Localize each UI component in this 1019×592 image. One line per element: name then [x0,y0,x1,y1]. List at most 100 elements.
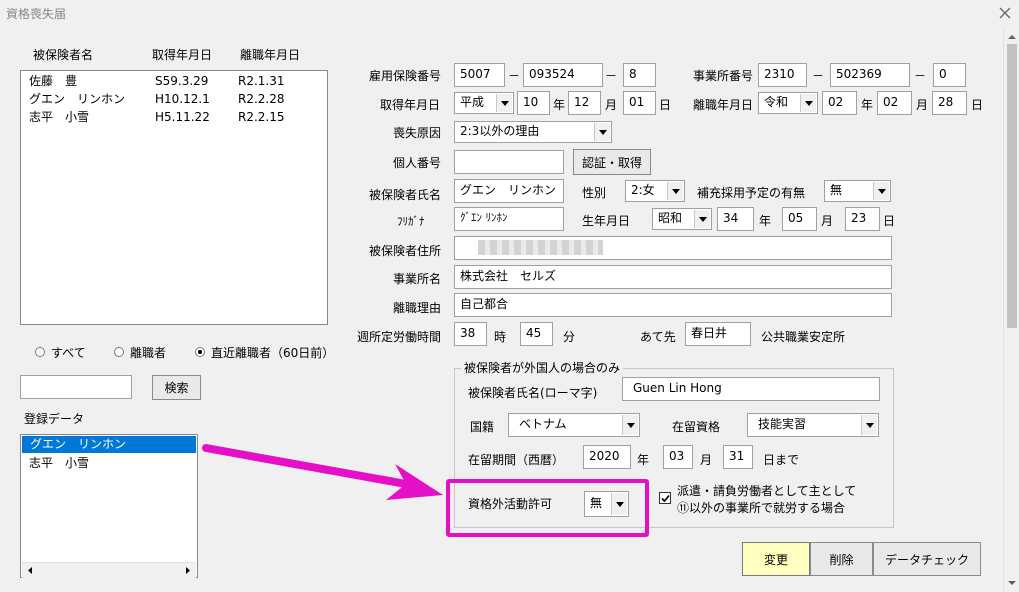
delete-button[interactable]: 削除 [810,542,873,576]
office-name-input[interactable]: 株式会社 セルズ [454,265,892,289]
insurance-no-label: 雇用保険番号 [369,69,442,83]
birth-year[interactable]: 34 [717,207,754,231]
status-select[interactable]: 技能実習 [747,413,879,437]
period-year[interactable]: 2020 [583,445,631,469]
year-unit: 年 [637,453,650,467]
chevron-down-icon[interactable] [594,123,610,141]
permission-select[interactable]: 無 [584,491,629,517]
insurance-no-part3[interactable]: 8 [623,63,656,87]
furigana-input[interactable]: ｸﾞｴﾝ ﾘﾝﾎﾝ [454,207,564,231]
month-unit: 月 [821,214,834,228]
list-item[interactable]: 志平 小雪 [29,456,89,471]
chevron-down-icon[interactable] [694,210,710,228]
row-name: 志平 小雪 [29,110,90,124]
address-label: 被保険者住所 [369,244,442,258]
radio-separated[interactable] [114,347,124,357]
chevron-down-icon[interactable] [861,415,877,435]
birth-day[interactable]: 23 [845,207,880,231]
my-number-input[interactable] [454,150,564,174]
row-name: グエン リンホン [29,92,126,106]
destination-input[interactable]: 春日井 [685,322,751,346]
acquired-date-label: 取得年月日 [380,98,441,112]
scrollbar-thumb[interactable] [1007,44,1017,328]
radio-separated-label: 離職者 [130,346,167,360]
separation-year[interactable]: 02 [822,91,857,115]
chevron-down-icon[interactable] [667,182,683,200]
separation-era-select[interactable]: 令和 [758,92,818,114]
acquired-month[interactable]: 12 [568,91,601,115]
separation-reason-input[interactable]: 自己都合 [454,293,892,317]
weekly-minutes-input[interactable]: 45 [520,322,553,346]
office-no-part3[interactable]: 0 [933,63,966,87]
dash-label: － [914,69,927,83]
vertical-scrollbar[interactable] [1003,30,1019,592]
replacement-select[interactable]: 無 [824,180,891,202]
roman-name-label: 被保険者氏名(ローマ字) [468,386,598,400]
office-no-part2[interactable]: 502369 [830,63,910,87]
blurred-address [478,240,603,255]
destination-label: あて先 [640,330,676,344]
row-acquired: H10.12.1 [155,92,210,106]
change-button[interactable]: 変更 [742,542,810,576]
row-name: 佐藤 豊 [29,74,78,88]
separation-day[interactable]: 28 [932,91,967,115]
radio-recent[interactable] [195,347,205,357]
weekly-hours-input[interactable]: 38 [454,322,487,346]
chevron-down-icon[interactable] [622,415,638,435]
gender-value: 2:女 [631,183,655,197]
close-icon[interactable] [996,4,1014,22]
period-month[interactable]: 03 [663,445,693,469]
scroll-up-icon[interactable] [1007,32,1017,42]
status-label: 在留資格 [672,420,721,434]
dash-label: － [812,69,825,83]
data-check-button[interactable]: データチェック [873,542,981,576]
acquired-era-select[interactable]: 平成 [454,92,514,114]
nationality-select[interactable]: ベトナム [508,413,640,437]
search-input[interactable] [20,375,132,399]
year-unit: 年 [861,98,874,112]
office-no-part1[interactable]: 2310 [758,63,807,87]
birth-month[interactable]: 05 [782,207,817,231]
day-unit: 日 [883,214,896,228]
chevron-down-icon[interactable] [496,94,512,112]
radio-all[interactable] [35,347,45,357]
gender-select[interactable]: 2:女 [625,180,685,202]
auth-get-button[interactable]: 認証・取得 [573,149,651,175]
insurance-no-part2[interactable]: 093524 [523,63,603,87]
insurance-no-part1[interactable]: 5007 [454,63,505,87]
minutes-unit: 分 [563,330,576,344]
search-button[interactable]: 検索 [152,375,201,400]
list-item-selected[interactable]: グエン リンホン [22,436,196,453]
window-title: 資格喪失届 [6,7,67,21]
year-unit: 年 [553,98,566,112]
birth-label: 生年月日 [582,214,631,228]
insured-name-input[interactable]: グエン リンホン [454,179,564,203]
separation-month[interactable]: 02 [877,91,912,115]
row-acquired: S59.3.29 [155,74,209,88]
registered-list[interactable]: グエン リンホン 志平 小雪 [20,434,198,578]
period-day[interactable]: 31 [723,445,753,469]
scroll-right-icon[interactable] [184,566,192,575]
chevron-down-icon[interactable] [873,182,889,200]
acquired-year[interactable]: 10 [517,91,550,115]
acquired-era-value: 平成 [460,95,485,109]
horizontal-scrollbar[interactable] [22,562,196,578]
scroll-down-icon[interactable] [1007,578,1017,588]
acquired-day[interactable]: 01 [623,91,656,115]
checkmark-icon [661,494,670,503]
year-unit: 年 [759,214,772,228]
roman-name-input[interactable]: Guen Lin Hong [622,377,880,401]
permission-value: 無 [590,496,603,510]
birth-era-select[interactable]: 昭和 [652,208,712,230]
row-left: R2.2.28 [238,92,285,106]
scroll-left-icon[interactable] [26,566,34,575]
reason-select[interactable]: 2:3以外の理由 [454,121,612,143]
insured-list[interactable]: 佐藤 豊 S59.3.29 R2.1.31 グエン リンホン H10.12.1 … [20,70,328,325]
reason-value: 2:3以外の理由 [460,124,540,138]
chevron-down-icon[interactable] [800,94,816,112]
chevron-down-icon[interactable] [611,493,627,515]
row-left: R2.2.15 [238,110,285,124]
header-acquired: 取得年月日 [152,48,213,62]
dispatch-checkbox[interactable] [659,492,671,504]
status-value: 技能実習 [758,417,807,431]
